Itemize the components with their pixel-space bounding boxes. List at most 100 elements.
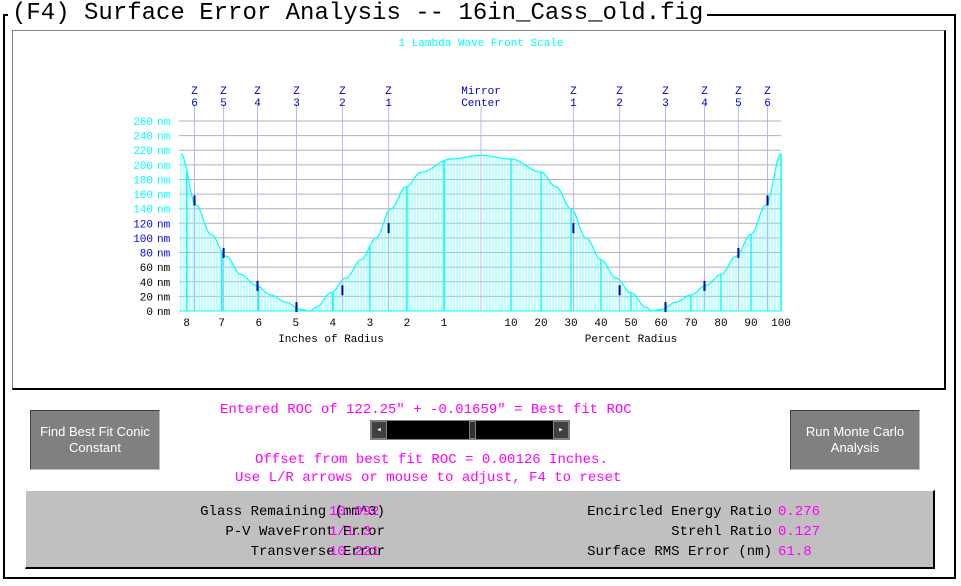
zone-right-label: 3: [662, 98, 669, 110]
left-arrow-icon: ◂: [376, 425, 382, 435]
find-best-fit-conic-button[interactable]: Find Best Fit Conic Constant: [30, 410, 160, 470]
y-tick-label: 20: [140, 292, 153, 304]
x-tick-label-percent: 40: [594, 318, 607, 330]
y-tick-label: 140: [133, 205, 153, 217]
stat-label: Surface RMS Error (nm): [587, 544, 772, 560]
x-tick-label-percent: 10: [504, 318, 517, 330]
zone-left-label: Z: [220, 86, 227, 98]
stat-value: 10.092: [329, 504, 380, 520]
x-axis-label-percent: Percent Radius: [585, 334, 677, 346]
offset-text: Offset from best fit ROC = 0.00126 Inche…: [255, 452, 608, 468]
y-tick-label: 60: [140, 263, 153, 275]
find-best-fit-conic-label: Find Best Fit Conic Constant: [40, 424, 150, 455]
zone-right-label: Z: [570, 86, 577, 98]
zone-right-label: 6: [764, 98, 771, 110]
y-tick-label: 220: [133, 146, 153, 158]
zone-left-label: 6: [191, 98, 198, 110]
stat-value: 10.221: [329, 544, 380, 560]
zone-left-label: 5: [220, 98, 227, 110]
window-title: (F4) Surface Error Analysis -- 16in_Cass…: [8, 0, 708, 28]
x-tick-label-percent: 30: [564, 318, 577, 330]
x-tick-label-percent: 70: [684, 318, 697, 330]
y-tick-unit: nm: [157, 190, 171, 202]
y-tick-unit: nm: [157, 292, 171, 304]
stat-strehl-ratio: Strehl Ratio: [671, 523, 772, 541]
y-tick-unit: nm: [157, 278, 171, 290]
roc-text: Entered ROC of 122.25" + -0.01659" = Bes…: [220, 402, 632, 418]
y-tick-label: 260: [133, 117, 153, 129]
x-tick-label-inches: 2: [404, 318, 411, 330]
slider-left-arrow[interactable]: ◂: [371, 421, 387, 439]
x-tick-label-inches: 1: [441, 318, 448, 330]
zone-left-label: Z: [254, 86, 261, 98]
zone-right-label: 5: [735, 98, 742, 110]
y-tick-unit: nm: [157, 132, 171, 144]
stat-value: 0.276: [778, 504, 821, 520]
zone-left-label: Z: [339, 86, 346, 98]
zone-left-label: Z: [293, 86, 300, 98]
stat-label: Strehl Ratio: [671, 524, 772, 540]
x-tick-label-inches: 7: [218, 318, 225, 330]
y-tick-label: 160: [133, 190, 153, 202]
chart-title: 1 Lambda Wave Front Scale: [398, 38, 563, 50]
y-tick-label: 120: [133, 219, 153, 231]
x-axis-label-inches: Inches of Radius: [278, 334, 384, 346]
x-tick-label-inches: 6: [255, 318, 262, 330]
y-tick-label: 100: [133, 234, 153, 246]
mirror-center-label: Mirror: [461, 86, 501, 98]
y-tick-label: 180: [133, 175, 153, 187]
zone-right-label: Z: [662, 86, 669, 98]
zone-left-label: 2: [339, 98, 346, 110]
stat-surface-rms: Surface RMS Error (nm): [587, 543, 772, 561]
y-tick-label: 40: [140, 278, 153, 290]
stat-value: 0.127: [778, 524, 821, 540]
stat-value: 1/1.3: [329, 524, 372, 540]
x-tick-label-percent: 60: [654, 318, 667, 330]
zone-right-label: Z: [735, 86, 742, 98]
zone-left-label: 1: [385, 98, 392, 110]
zone-right-label: Z: [764, 86, 771, 98]
y-tick-label: 200: [133, 161, 153, 173]
zone-left-label: 4: [254, 98, 261, 110]
stat-label: Encircled Energy Ratio: [587, 504, 772, 520]
y-tick-unit: nm: [157, 205, 171, 217]
slider-thumb[interactable]: [469, 421, 477, 439]
y-tick-unit: nm: [157, 146, 171, 158]
zone-right-label: Z: [616, 86, 623, 98]
roc-adjust-slider[interactable]: ◂ ▸: [370, 420, 570, 440]
y-tick-unit: nm: [157, 249, 171, 261]
slider-right-arrow[interactable]: ▸: [553, 421, 569, 439]
x-tick-label-inches: 8: [183, 318, 190, 330]
surface-error-chart: 1 Lambda Wave Front Scale260 nm240 nm220 nm…: [133, 38, 791, 346]
y-tick-unit: nm: [157, 234, 171, 246]
x-tick-label-inches: 4: [330, 318, 337, 330]
chart-panel: 1 Lambda Wave Front Scale 260 nm 240 nm 220 nm…: [12, 30, 946, 390]
zone-right-label: 2: [616, 98, 623, 110]
x-tick-label-percent: 50: [624, 318, 637, 330]
y-tick-unit: nm: [157, 161, 171, 173]
hint-text: Use L/R arrows or mouse to adjust, F4 to…: [235, 470, 622, 486]
run-monte-carlo-button[interactable]: Run Monte Carlo Analysis: [790, 410, 920, 470]
run-monte-carlo-label: Run Monte Carlo Analysis: [805, 424, 905, 455]
zone-left-label: Z: [385, 86, 392, 98]
mirror-center-label: Center: [461, 98, 501, 110]
zone-right-label: 1: [570, 98, 577, 110]
y-tick-unit: nm: [157, 117, 171, 129]
y-tick-unit: nm: [157, 219, 171, 231]
right-arrow-icon: ▸: [558, 425, 564, 435]
zone-left-label: 3: [293, 98, 300, 110]
stat-encircled-energy: Encircled Energy Ratio: [587, 503, 772, 521]
x-tick-label-inches: 5: [293, 318, 300, 330]
zone-right-label: 4: [701, 98, 708, 110]
x-tick-label-percent: 100: [771, 318, 791, 330]
zone-left-label: Z: [191, 86, 198, 98]
y-tick-label: 0: [146, 307, 153, 319]
y-tick-unit: nm: [157, 175, 171, 187]
y-tick-unit: nm: [157, 263, 171, 275]
x-tick-label-percent: 80: [714, 318, 727, 330]
y-tick-label: 240: [133, 132, 153, 144]
stat-value: 61.8: [778, 544, 812, 560]
zone-right-label: Z: [701, 86, 708, 98]
y-tick-unit: nm: [157, 307, 171, 319]
x-tick-label-inches: 3: [367, 318, 374, 330]
